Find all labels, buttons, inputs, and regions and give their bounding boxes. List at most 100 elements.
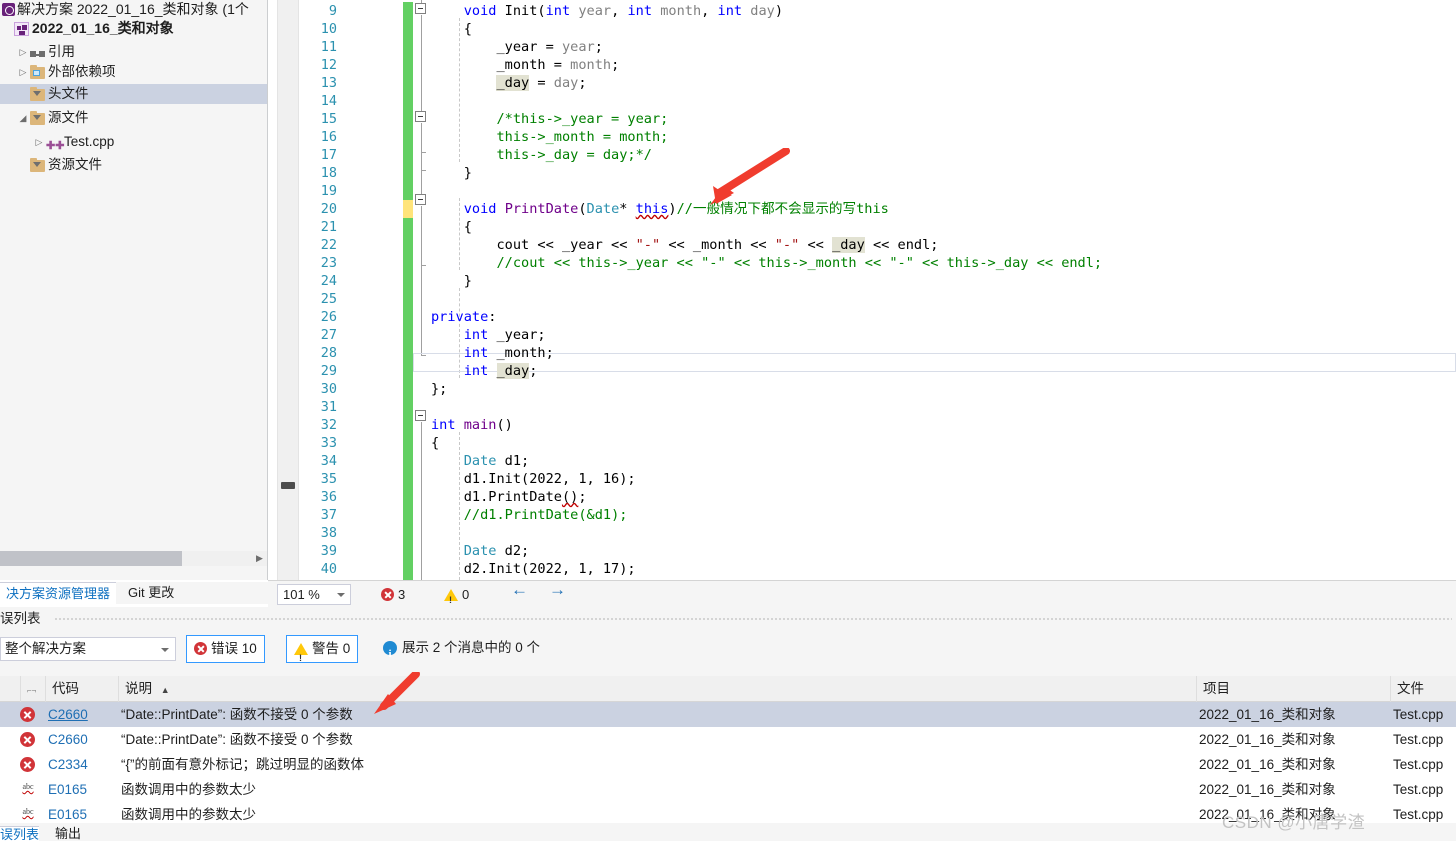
line-number: 11	[320, 39, 337, 55]
column-header-description[interactable]: 说明 ▲	[118, 676, 1196, 702]
code-content-area[interactable]: void Init(int year, int month, int day) …	[299, 0, 1456, 580]
solution-item-6[interactable]: 资源文件	[0, 155, 267, 175]
code-line[interactable]: _day = day;	[431, 74, 587, 92]
status-error-count-label: 3	[398, 587, 406, 602]
column-header-file-label: 文件	[1397, 681, 1424, 696]
code-line[interactable]: private:	[431, 308, 496, 326]
intellisense-severity-icon: abc	[22, 807, 34, 816]
column-header-code[interactable]: 代码	[45, 676, 118, 702]
solution-hscroll-right-arrow[interactable]: ▶	[251, 551, 267, 566]
code-line[interactable]: {	[431, 434, 439, 452]
tab-output[interactable]: 输出	[55, 826, 81, 841]
editor-scrollbar-marker[interactable]	[281, 482, 295, 489]
error-code-link[interactable]: C2660	[48, 727, 121, 752]
solution-item-5[interactable]: ▷ ✚✚Test.cpp	[0, 132, 267, 152]
intellisense-severity-icon: abc	[22, 782, 34, 791]
error-code-link[interactable]: E0165	[48, 802, 121, 827]
fold-toggle-icon[interactable]	[415, 111, 426, 122]
line-number: 33	[320, 435, 337, 451]
change-bar-saved	[403, 308, 413, 326]
error-list-row[interactable]: C2660 “Date::PrintDate”: 函数不接受 0 个参数 2022_…	[0, 702, 1456, 727]
column-header-severity[interactable]: ⌐¬	[20, 676, 45, 702]
fold-toggle-icon[interactable]	[415, 194, 426, 205]
error-code-link[interactable]: C2334	[48, 752, 121, 777]
solution-item-label: Test.cpp	[64, 134, 115, 149]
error-list-table[interactable]: ⌐¬ 代码 说明 ▲ 项目 文件 C2660 “Date::PrintDate”:…	[0, 676, 1456, 823]
error-list-row[interactable]: C2660 “Date::PrintDate”: 函数不接受 0 个参数 2022_…	[0, 727, 1456, 752]
column-header-project[interactable]: 项目	[1196, 676, 1390, 702]
collapse-chevron-icon[interactable]: ◢	[16, 108, 30, 128]
code-line[interactable]: }	[431, 272, 472, 290]
status-error-count[interactable]: 3	[381, 586, 405, 604]
code-line[interactable]: Date d2;	[431, 542, 530, 560]
expand-chevron-icon[interactable]: ▷	[32, 132, 46, 152]
code-editor[interactable]: void Init(int year, int month, int day) …	[268, 0, 1456, 580]
tab-solution-explorer-label: 决方案资源管理器	[6, 586, 111, 601]
expand-chevron-icon[interactable]: ▷	[16, 42, 30, 62]
code-line[interactable]: //d1.PrintDate(&d1);	[431, 506, 628, 524]
change-bar-saved	[403, 56, 413, 74]
messages-filter-button[interactable]: 展示 2 个消息中的 0 个	[379, 635, 544, 667]
expand-chevron-icon[interactable]: ▷	[16, 62, 30, 82]
editor-vertical-scrollbar[interactable]	[277, 0, 299, 580]
change-bar-saved	[403, 452, 413, 470]
code-line[interactable]: this->_month = month;	[431, 128, 668, 146]
navigate-forward-button[interactable]: →	[549, 581, 566, 599]
code-line[interactable]: d2.Init(2022, 1, 17);	[431, 560, 636, 578]
code-line[interactable]: /*this->_year = year;	[431, 110, 668, 128]
column-header-file[interactable]: 文件	[1390, 676, 1456, 702]
errors-filter-label: 错误 10	[211, 641, 257, 656]
tab-git-changes[interactable]: Git 更改	[122, 582, 180, 604]
error-description: “Date::PrintDate”: 函数不接受 0 个参数	[121, 707, 353, 722]
solution-item-4[interactable]: ◢ 源文件	[0, 108, 267, 128]
code-line[interactable]: //cout << this->_year << "-" << this->_m…	[431, 254, 1102, 272]
fold-toggle-icon[interactable]	[415, 410, 426, 421]
error-file: Test.cpp	[1393, 757, 1444, 772]
error-list-row[interactable]: C2334 “{”的前面有意外标记；跳过明显的函数体 2022_01_16_类和对象…	[0, 752, 1456, 777]
solution-hscrollbar-thumb[interactable]	[0, 551, 182, 566]
messages-filter-label: 展示 2 个消息中的 0 个	[402, 640, 541, 655]
tab-error-list[interactable]: 误列表	[0, 826, 40, 841]
line-number: 16	[320, 129, 337, 145]
code-line[interactable]: {	[431, 218, 472, 236]
code-line[interactable]: d1.Init(2022, 1, 16);	[431, 470, 636, 488]
code-line[interactable]: int _year;	[431, 326, 546, 344]
tab-solution-explorer[interactable]: 决方案资源管理器	[0, 582, 117, 604]
code-line[interactable]: _month = month;	[431, 56, 619, 74]
code-line[interactable]: int _day;	[431, 362, 537, 380]
code-line[interactable]: int _month;	[431, 344, 554, 362]
status-warning-count[interactable]: 0	[444, 586, 469, 609]
code-line[interactable]: d1.PrintDate();	[431, 488, 587, 506]
zoom-level-combobox[interactable]: 101 %	[277, 584, 351, 605]
error-code-link[interactable]: C2660	[48, 702, 121, 727]
title-dotted-separator	[54, 617, 1452, 622]
code-line[interactable]: void Init(int year, int month, int day)	[431, 2, 783, 20]
solution-item-1[interactable]: ▷ 引用	[0, 42, 267, 62]
error-list-panel: 误列表 整个解决方案 错误 10 警告 0 展示 2 个消息中的 0 个	[0, 607, 1456, 841]
code-line[interactable]: _year = year;	[431, 38, 602, 56]
warnings-filter-button[interactable]: 警告 0	[286, 635, 359, 671]
scope-combobox[interactable]: 整个解决方案	[0, 637, 176, 661]
code-line[interactable]: Date d1;	[431, 452, 530, 470]
fold-column[interactable]	[413, 0, 431, 580]
change-bar-saved	[403, 362, 413, 380]
code-line[interactable]: {	[431, 20, 472, 38]
line-number: 9	[328, 3, 337, 19]
code-line[interactable]: cout << _year << "-" << _month << "-" <<…	[431, 236, 938, 254]
code-line[interactable]: int main()	[431, 416, 513, 434]
code-line[interactable]: };	[431, 380, 447, 398]
solution-item-0[interactable]: 2022_01_16_类和对象	[0, 18, 267, 38]
fold-toggle-icon[interactable]	[415, 3, 426, 14]
navigate-backward-button[interactable]: ←	[511, 581, 528, 599]
solution-item-label: 引用	[48, 44, 75, 59]
solution-item-2[interactable]: ▷ 外部依赖项	[0, 62, 267, 82]
solution-item-3[interactable]: 头文件	[0, 84, 267, 104]
tab-git-changes-label: Git 更改	[128, 585, 175, 600]
code-line[interactable]: }	[431, 164, 472, 182]
code-line[interactable]: this->_day = day;*/	[431, 146, 652, 164]
change-bar-saved	[403, 524, 413, 542]
error-code-link[interactable]: E0165	[48, 777, 121, 802]
errors-filter-button[interactable]: 错误 10	[186, 635, 265, 663]
code-line[interactable]: void PrintDate(Date* this)//一般情况下都不会显示的写…	[431, 200, 889, 218]
error-list-row[interactable]: abc E0165 函数调用中的参数太少 2022_01_16_类和对象 Test.cp…	[0, 777, 1456, 802]
